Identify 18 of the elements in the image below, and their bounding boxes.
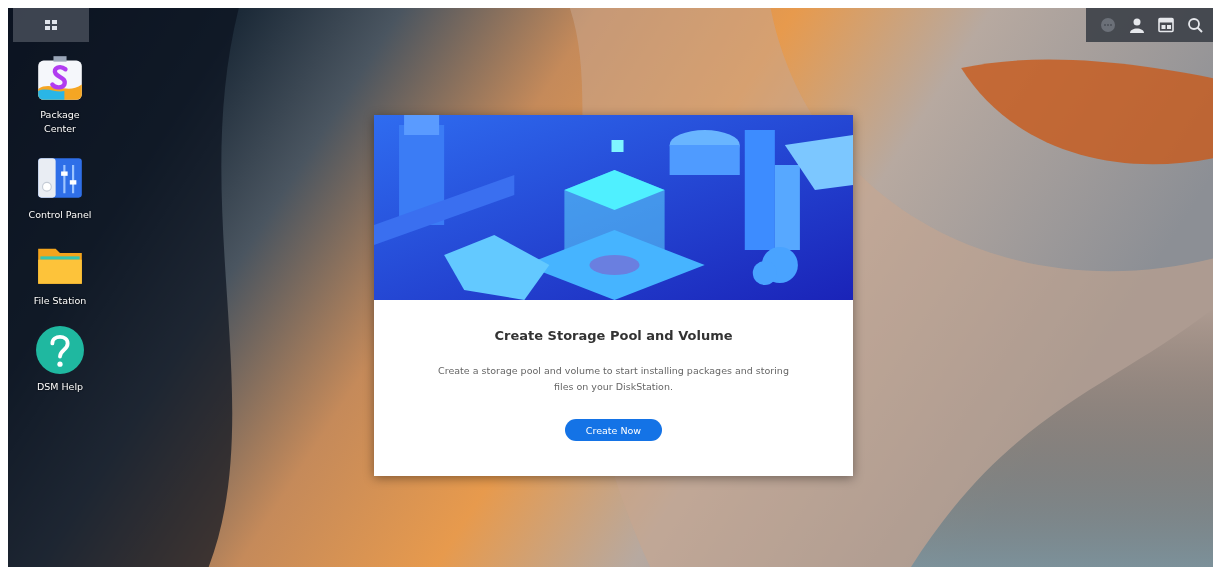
- shortcut-label: Package Center: [40, 108, 80, 136]
- package-icon: [36, 54, 84, 102]
- main-menu-button[interactable]: [13, 8, 89, 42]
- shortcut-label: Control Panel: [28, 208, 92, 222]
- dialog-message: Create a storage pool and volume to start installing packages and storing files on your DiskStation.: [437, 364, 790, 394]
- desktop-shortcut[interactable]: Control Panel: [28, 154, 92, 222]
- shortcut-label: File Station: [33, 294, 87, 308]
- desktop-shortcut[interactable]: File Station: [33, 240, 87, 308]
- dialog-title: Create Storage Pool and Volume: [494, 328, 733, 343]
- desktop-shortcut[interactable]: Package Center: [36, 54, 84, 136]
- user-icon[interactable]: [1129, 17, 1145, 33]
- desktop-shortcut[interactable]: DSM Help: [36, 326, 84, 394]
- shortcut-label: DSM Help: [36, 380, 84, 394]
- question-mark-icon: [36, 326, 84, 374]
- create-now-button[interactable]: Create Now: [565, 419, 662, 441]
- widgets-icon[interactable]: [1158, 17, 1174, 33]
- grid-icon: [45, 20, 57, 30]
- search-icon[interactable]: [1187, 17, 1203, 33]
